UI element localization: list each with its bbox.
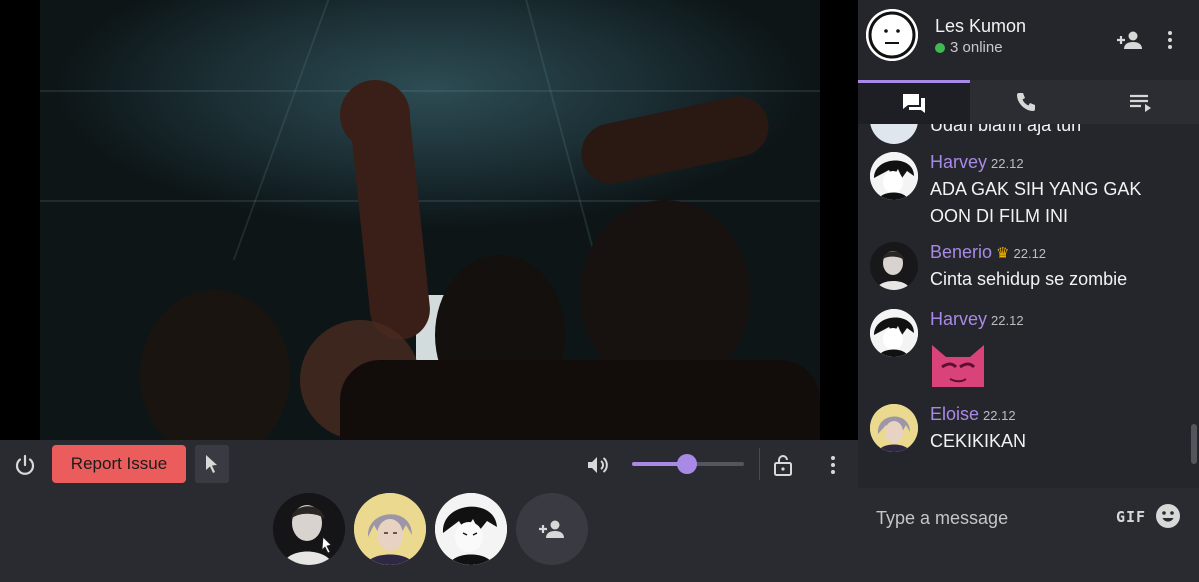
user-avatar[interactable] bbox=[870, 152, 918, 200]
volume-thumb[interactable] bbox=[676, 454, 697, 474]
user-avatar[interactable] bbox=[870, 242, 918, 290]
member-avatar[interactable] bbox=[354, 493, 426, 565]
volume-slider[interactable] bbox=[632, 454, 744, 474]
divider bbox=[759, 448, 760, 480]
tab-chat[interactable] bbox=[858, 80, 970, 124]
member-avatar[interactable] bbox=[273, 493, 345, 565]
video-player[interactable] bbox=[0, 0, 858, 440]
message-item: Harvey 22.12 ADA GAK SIH YANG GAK OON DI … bbox=[858, 152, 1188, 232]
chat-icon bbox=[903, 93, 925, 113]
watch-area: Report Issue bbox=[0, 0, 858, 582]
member-list bbox=[0, 488, 858, 582]
author-name[interactable]: Eloise bbox=[930, 404, 979, 424]
online-dot bbox=[935, 42, 945, 53]
add-person-icon bbox=[539, 520, 564, 538]
author-name[interactable]: Benerio bbox=[930, 242, 992, 262]
message-text: ADA GAK SIH YANG GAK OON DI FILM INI bbox=[930, 179, 1142, 226]
message-text: CEKIKIKAN bbox=[930, 431, 1027, 451]
fist bbox=[340, 80, 410, 150]
phone-icon bbox=[1017, 93, 1035, 111]
playlist-icon bbox=[1129, 94, 1151, 112]
author-name[interactable]: Harvey bbox=[930, 152, 987, 172]
cursor-icon[interactable] bbox=[195, 445, 229, 483]
message-author: Harvey 22.12 bbox=[930, 309, 1024, 330]
reaching-arm bbox=[575, 90, 775, 190]
message-item: Udah biarin aja tuh bbox=[858, 124, 1188, 144]
person-silhouette bbox=[140, 290, 290, 440]
report-issue-button[interactable]: Report Issue bbox=[52, 445, 186, 483]
chat-panel: Les Kumon 3 online Udah biarin aja tuh H… bbox=[858, 0, 1199, 582]
online-status: 3 online bbox=[935, 39, 1003, 56]
online-count: 3 online bbox=[950, 39, 1003, 56]
message-time: 22.12 bbox=[991, 313, 1024, 328]
room-name: Les Kumon bbox=[935, 16, 1027, 36]
user-avatar[interactable] bbox=[870, 404, 918, 452]
add-person-icon[interactable] bbox=[1115, 26, 1145, 54]
ceiling-line bbox=[525, 0, 597, 260]
message-composer: GIF bbox=[858, 488, 1199, 582]
message-time: 22.12 bbox=[1013, 246, 1047, 261]
room-avatar[interactable] bbox=[866, 9, 918, 61]
message-input[interactable] bbox=[866, 500, 1106, 536]
ceiling-line bbox=[40, 90, 820, 92]
crown-icon: ♛ bbox=[996, 245, 1010, 262]
sticker-image[interactable] bbox=[930, 341, 986, 391]
member-avatar[interactable] bbox=[435, 493, 507, 565]
player-controls: Report Issue bbox=[0, 440, 858, 488]
add-member-button[interactable] bbox=[516, 493, 588, 565]
video-frame bbox=[40, 0, 820, 440]
user-avatar[interactable] bbox=[870, 124, 918, 144]
message-time: 22.12 bbox=[991, 156, 1024, 171]
more-vert-icon[interactable] bbox=[820, 450, 846, 480]
gif-button[interactable]: GIF bbox=[1116, 508, 1146, 526]
tab-call[interactable] bbox=[970, 80, 1082, 124]
power-icon[interactable] bbox=[10, 450, 40, 480]
message-author: Benerio ♛ 22.12 bbox=[930, 242, 1046, 263]
ceiling-line bbox=[232, 0, 330, 260]
message-item: Benerio ♛ 22.12 Cinta sehidup se zombie bbox=[858, 242, 1188, 302]
message-text: Cinta sehidup se zombie bbox=[930, 269, 1128, 289]
more-vert-icon[interactable] bbox=[1160, 26, 1180, 54]
message-text: Udah biarin aja tuh bbox=[930, 124, 1082, 135]
message-list[interactable]: Udah biarin aja tuh Harvey 22.12 ADA GAK … bbox=[858, 124, 1199, 488]
user-avatar[interactable] bbox=[870, 309, 918, 357]
tab-playlist[interactable] bbox=[1082, 80, 1199, 124]
ceiling-line bbox=[40, 200, 820, 202]
crowd-shadow bbox=[340, 360, 820, 440]
emoji-icon[interactable] bbox=[1155, 503, 1181, 529]
chat-tabs bbox=[858, 80, 1199, 124]
message-time: 22.12 bbox=[983, 408, 1016, 423]
volume-icon[interactable] bbox=[582, 450, 612, 480]
message-item: Eloise 22.12 CEKIKIKAN bbox=[858, 404, 1188, 464]
message-author: Harvey 22.12 bbox=[930, 152, 1024, 173]
room-header: Les Kumon 3 online bbox=[858, 0, 1199, 80]
author-name[interactable]: Harvey bbox=[930, 309, 987, 329]
lock-icon[interactable] bbox=[768, 450, 798, 480]
scrollbar[interactable] bbox=[1191, 424, 1197, 464]
message-item: Harvey 22.12 bbox=[858, 309, 1188, 389]
message-author: Eloise 22.12 bbox=[930, 404, 1016, 425]
